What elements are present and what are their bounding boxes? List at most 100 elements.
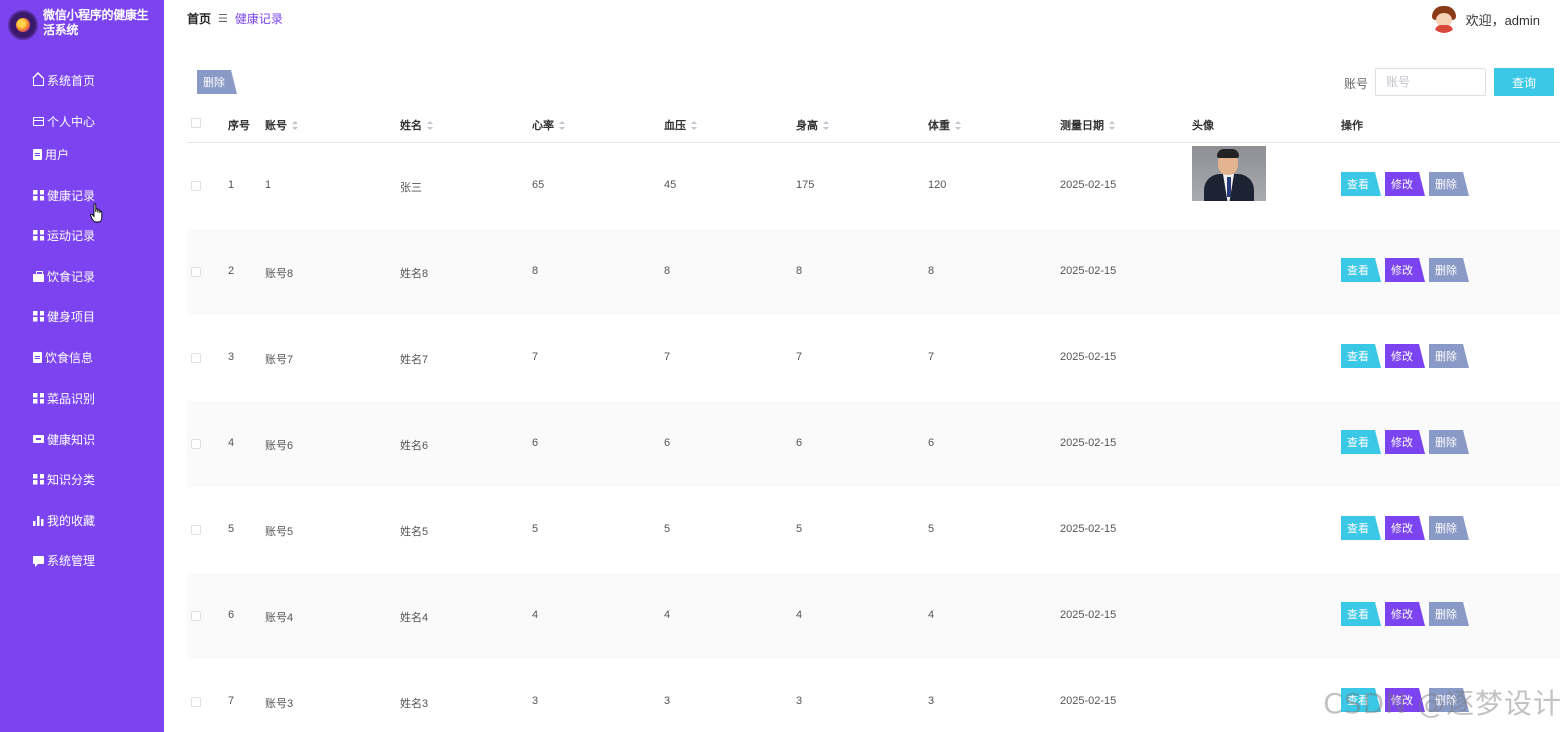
row-actions: 查看 修改 删除 <box>1341 430 1473 454</box>
sort-icon[interactable] <box>955 120 961 130</box>
user-info[interactable]: 欢迎，admin <box>1430 5 1540 33</box>
column-name[interactable]: 姓名 <box>400 117 433 133</box>
sort-icon[interactable] <box>292 120 298 130</box>
table-row[interactable]: 5 账号5 姓名5 5 5 5 5 2025-02-15 查看 修改 删除 <box>187 487 1560 573</box>
sort-icon[interactable] <box>1109 120 1115 130</box>
cell-account: 账号5 <box>265 526 294 538</box>
grid-icon <box>33 473 44 485</box>
app-title: 微信小程序的健康生活系统 <box>43 8 149 37</box>
chat-icon <box>33 556 44 567</box>
sidebar-item-exercise-records[interactable]: 运动记录 <box>33 225 95 245</box>
watermark: CSDN @逐梦设计 <box>1323 687 1562 720</box>
clipboard-icon <box>33 148 42 160</box>
cell-date: 2025-02-15 <box>1060 265 1117 277</box>
edit-button[interactable]: 修改 <box>1385 258 1425 282</box>
cell-height: 5 <box>796 523 803 535</box>
cell-account: 账号8 <box>265 268 294 280</box>
cell-heart-rate: 3 <box>532 695 539 707</box>
edit-button[interactable]: 修改 <box>1385 602 1425 626</box>
briefcase-icon <box>33 270 44 282</box>
sidebar-item-label: 用户 <box>45 147 70 162</box>
sort-icon[interactable] <box>559 120 565 130</box>
column-blood-pressure[interactable]: 血压 <box>664 117 697 133</box>
sort-icon[interactable] <box>427 120 433 130</box>
cell-account: 1 <box>265 179 272 191</box>
delete-button[interactable]: 删除 <box>1429 258 1469 282</box>
row-checkbox[interactable] <box>191 353 201 363</box>
sidebar-item-diet-records[interactable]: 饮食记录 <box>33 266 95 286</box>
column-account[interactable]: 账号 <box>265 117 298 133</box>
edit-button[interactable]: 修改 <box>1385 172 1425 196</box>
search-input[interactable] <box>1375 68 1486 96</box>
cell-weight: 120 <box>928 179 947 191</box>
query-button[interactable]: 查询 <box>1494 68 1554 96</box>
table-row[interactable]: 1 1 张三 65 45 175 120 2025-02-15 查看 修改 删除 <box>187 143 1560 229</box>
sidebar-item-diet-info[interactable]: 饮食信息 <box>33 347 93 367</box>
sidebar-item-knowledge-category[interactable]: 知识分类 <box>33 469 95 489</box>
records-table: 序号 账号 姓名 心率 血压 身高 体重 测量日期 头像 操作 1 1 张三 65 45… <box>187 104 1560 732</box>
sort-icon[interactable] <box>823 120 829 130</box>
sidebar-item-fitness-programs[interactable]: 健身项目 <box>33 306 95 326</box>
cell-weight: 6 <box>928 437 935 449</box>
view-button[interactable]: 查看 <box>1341 172 1381 196</box>
row-checkbox[interactable] <box>191 697 201 707</box>
sort-icon[interactable] <box>691 120 697 130</box>
sidebar-item-profile[interactable]: 个人中心 <box>33 111 95 131</box>
edit-button[interactable]: 修改 <box>1385 344 1425 368</box>
sidebar-item-label: 健康知识 <box>47 432 96 447</box>
row-checkbox[interactable] <box>191 439 201 449</box>
select-all-checkbox[interactable] <box>191 118 201 128</box>
cell-height: 8 <box>796 265 803 277</box>
cell-blood-pressure: 5 <box>664 523 671 535</box>
table-row[interactable]: 6 账号4 姓名4 4 4 4 4 2025-02-15 查看 修改 删除 <box>187 573 1560 659</box>
table-row[interactable]: 3 账号7 姓名7 7 7 7 7 2025-02-15 查看 修改 删除 <box>187 315 1560 401</box>
delete-button[interactable]: 删除 <box>1429 602 1469 626</box>
view-button[interactable]: 查看 <box>1341 430 1381 454</box>
sidebar-item-health-knowledge[interactable]: 健康知识 <box>33 429 95 449</box>
cell-date: 2025-02-15 <box>1060 179 1117 191</box>
column-date[interactable]: 测量日期 <box>1060 117 1115 133</box>
row-checkbox[interactable] <box>191 525 201 535</box>
sidebar-item-health-records[interactable]: 健康记录 <box>33 185 95 205</box>
grid-icon <box>33 310 44 322</box>
sidebar-item-system-admin[interactable]: 系统管理 <box>33 550 95 570</box>
column-height[interactable]: 身高 <box>796 117 829 133</box>
delete-button[interactable]: 删除 <box>1429 516 1469 540</box>
grid-icon <box>33 392 44 404</box>
column-avatar: 头像 <box>1192 120 1214 132</box>
cell-heart-rate: 8 <box>532 265 539 277</box>
cell-blood-pressure: 6 <box>664 437 671 449</box>
cell-name: 姓名4 <box>400 612 429 624</box>
breadcrumb-home[interactable]: 首页 <box>187 10 211 27</box>
cell-date: 2025-02-15 <box>1060 695 1117 707</box>
view-button[interactable]: 查看 <box>1341 602 1381 626</box>
bar-chart-icon <box>33 514 44 526</box>
edit-button[interactable]: 修改 <box>1385 430 1425 454</box>
cell-index: 5 <box>228 523 235 535</box>
row-actions: 查看 修改 删除 <box>1341 602 1473 626</box>
view-button[interactable]: 查看 <box>1341 258 1381 282</box>
row-checkbox[interactable] <box>191 267 201 277</box>
cell-height: 6 <box>796 437 803 449</box>
delete-button[interactable]: 删除 <box>1429 172 1469 196</box>
sidebar-item-users[interactable]: 用户 <box>33 144 69 164</box>
sidebar-item-dish-recognition[interactable]: 菜品识别 <box>33 388 95 408</box>
brand: 微信小程序的健康生活系统 <box>8 8 158 44</box>
batch-delete-button[interactable]: 删除 <box>197 70 237 94</box>
row-checkbox[interactable] <box>191 181 201 191</box>
sidebar-item-favorites[interactable]: 我的收藏 <box>33 510 95 530</box>
column-heart-rate[interactable]: 心率 <box>532 117 565 133</box>
row-checkbox[interactable] <box>191 611 201 621</box>
table-row[interactable]: 4 账号6 姓名6 6 6 6 6 2025-02-15 查看 修改 删除 <box>187 401 1560 487</box>
table-row[interactable]: 2 账号8 姓名8 8 8 8 8 2025-02-15 查看 修改 删除 <box>187 229 1560 315</box>
cell-date: 2025-02-15 <box>1060 351 1117 363</box>
column-weight[interactable]: 体重 <box>928 117 961 133</box>
view-button[interactable]: 查看 <box>1341 344 1381 368</box>
sidebar-item-home[interactable]: 系统首页 <box>32 70 95 90</box>
delete-button[interactable]: 删除 <box>1429 344 1469 368</box>
breadcrumb: 首页 ☰ 健康记录 <box>187 10 283 27</box>
edit-button[interactable]: 修改 <box>1385 516 1425 540</box>
view-button[interactable]: 查看 <box>1341 516 1381 540</box>
breadcrumb-separator-icon: ☰ <box>218 13 228 25</box>
delete-button[interactable]: 删除 <box>1429 430 1469 454</box>
